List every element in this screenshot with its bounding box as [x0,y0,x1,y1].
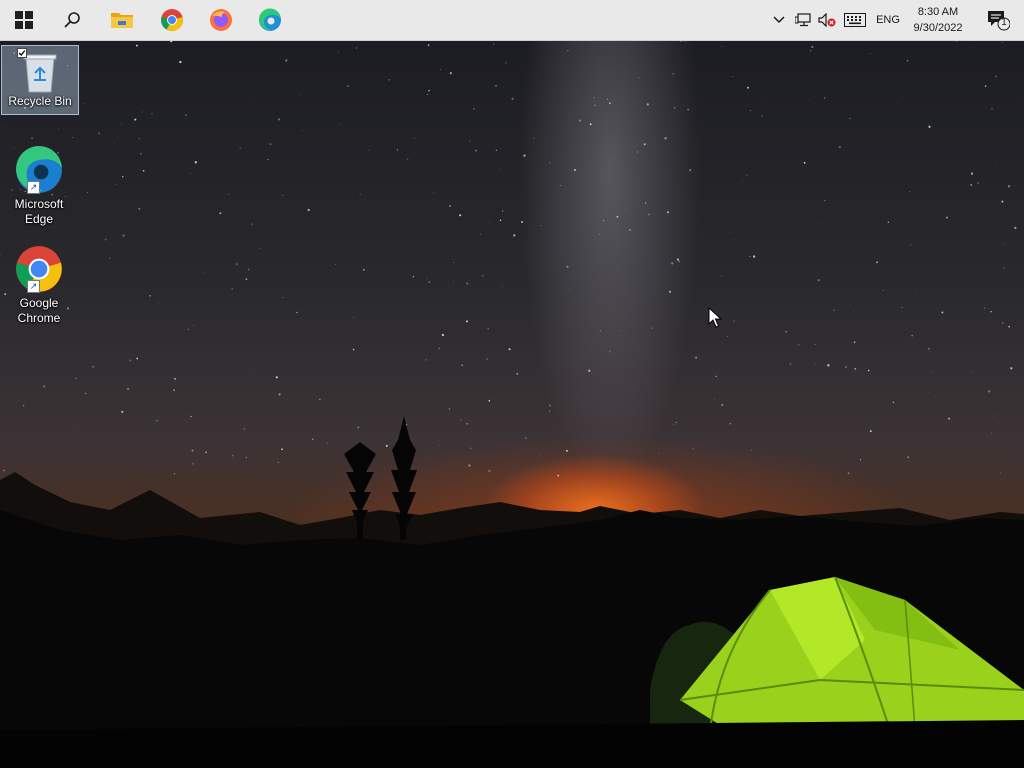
desktop-icon-recycle-bin[interactable]: Recycle Bin [1,45,79,115]
speaker-muted-icon [818,13,836,27]
network-tray-button[interactable] [793,0,813,40]
desktop-icon-google-chrome[interactable]: ↗ Google Chrome [1,244,77,326]
firefox-taskbar-button[interactable] [197,0,245,40]
chrome-icon [161,9,183,31]
clock-time: 8:30 AM [917,6,959,18]
shortcut-arrow-icon: ↗ [27,181,40,194]
desktop-icon-label: Recycle Bin [8,94,72,108]
edge-taskbar-button[interactable] [246,0,294,40]
desktop-icon-label: Microsoft Edge [14,197,64,226]
notification-badge: 1 [1001,17,1007,28]
clock-date: 9/30/2022 [913,22,963,34]
wallpaper-landscape [0,416,1024,768]
start-button[interactable] [0,0,48,40]
language-indicator: ENG [876,14,900,26]
file-explorer-button[interactable] [98,0,146,40]
checkbox-icon [17,48,27,58]
search-icon [64,12,80,28]
chrome-taskbar-button[interactable] [148,0,196,40]
network-icon [795,13,811,27]
folder-icon [111,13,133,28]
edge-icon [258,8,281,31]
mouse-cursor-icon [708,307,722,328]
show-hidden-icons-button[interactable] [770,0,788,40]
windows-logo-icon [15,11,33,29]
input-language-button[interactable]: ENG [872,0,904,40]
action-center-button[interactable]: 1 [978,0,1018,40]
desktop-icon-label: Google Chrome [17,296,61,325]
taskbar: ENG 8:30 AM 9/30/2022 1 [0,0,1024,41]
chevron-up-icon [773,16,785,24]
desktop-icon-microsoft-edge[interactable]: ↗ Microsoft Edge [1,145,77,227]
touch-keyboard-button[interactable] [842,0,868,40]
clock-button[interactable]: 8:30 AM 9/30/2022 [904,0,972,40]
keyboard-icon [844,13,866,27]
firefox-icon [210,9,232,31]
shortcut-arrow-icon: ↗ [27,280,40,293]
search-button[interactable] [48,0,96,40]
volume-tray-button[interactable] [816,0,838,40]
